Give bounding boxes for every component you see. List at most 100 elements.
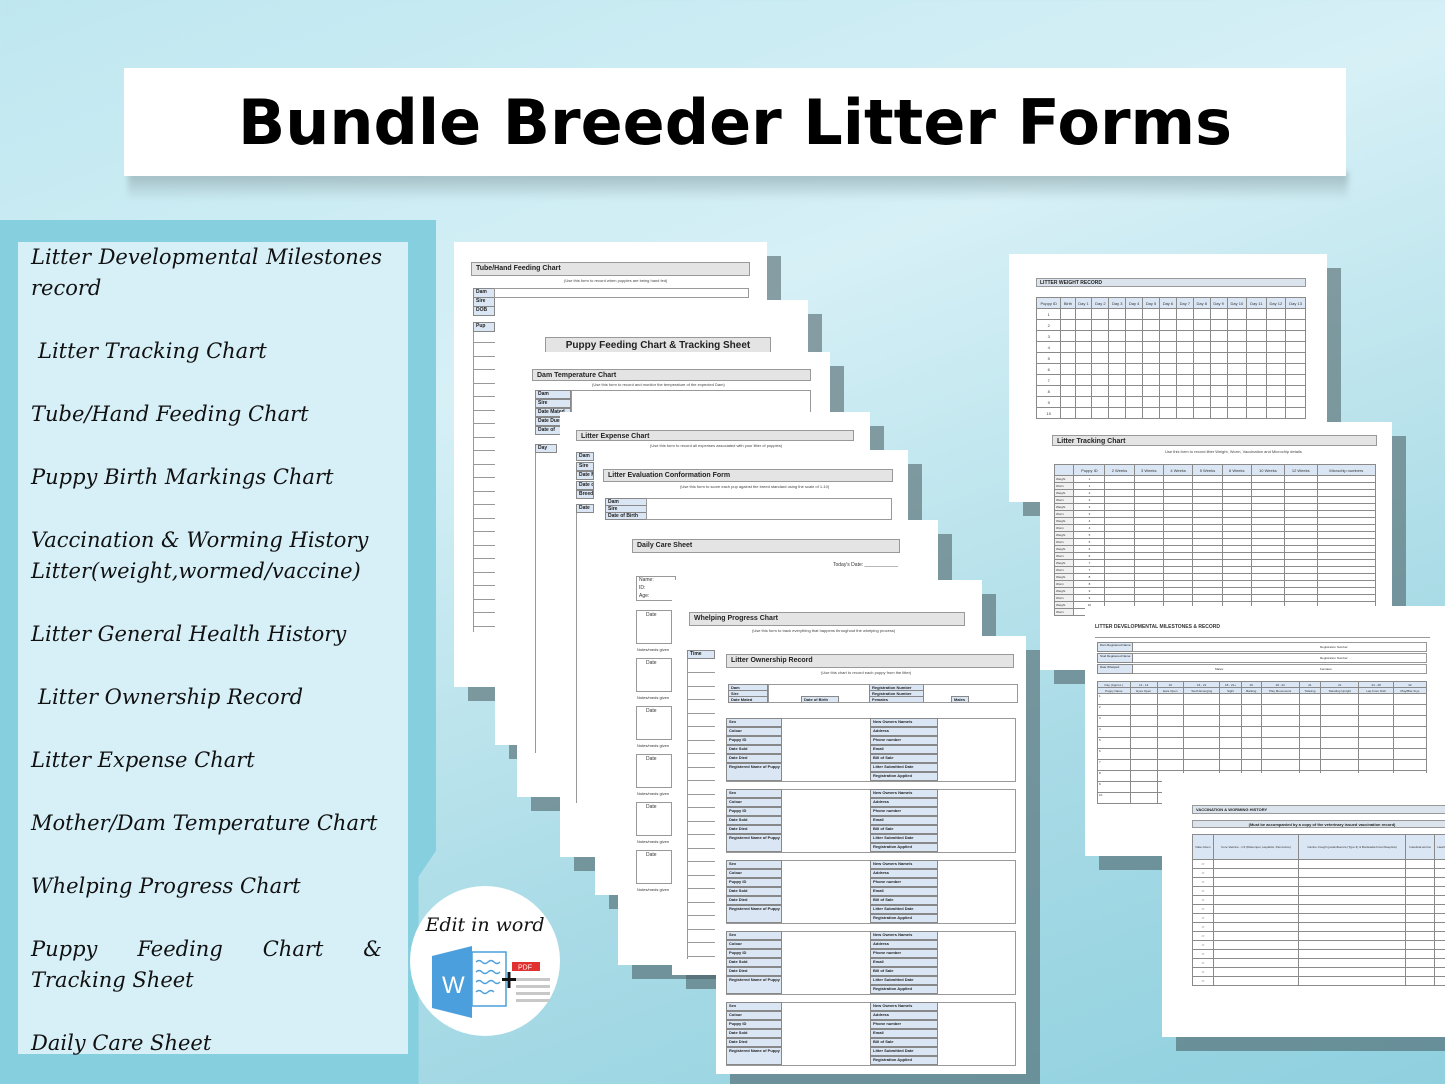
weight-cell	[1074, 330, 1093, 342]
vaccination-cell	[1433, 967, 1445, 977]
weight-cell	[1209, 308, 1228, 320]
tracking-cell	[1133, 580, 1164, 588]
puppy-id-cell: 9	[1073, 587, 1106, 595]
tracking-cell	[1192, 566, 1223, 574]
weight-cell	[1246, 363, 1267, 375]
row-line	[687, 739, 715, 741]
milestone-cell	[1240, 726, 1262, 738]
vaccination-cell	[1405, 931, 1435, 941]
row-line	[687, 672, 715, 673]
field-label: Colour	[726, 798, 782, 807]
row-line	[687, 955, 715, 957]
weight-cell	[1074, 352, 1093, 364]
milestone-cell	[1392, 715, 1428, 727]
field-label: Litter Submitted Date	[870, 763, 938, 772]
tracking-cell	[1162, 573, 1194, 581]
vaccination-cell	[1433, 922, 1445, 932]
column-header: 4 Weeks	[1162, 464, 1194, 476]
row-line	[687, 861, 715, 862]
tracking-cell	[1316, 475, 1377, 483]
weight-cell	[1285, 308, 1306, 320]
row-label: Worm	[1053, 538, 1075, 546]
milestone-cell	[1182, 704, 1221, 716]
field-label: Sire	[535, 399, 571, 408]
row-line	[687, 928, 715, 930]
vaccination-cell	[1405, 904, 1435, 914]
weight-cell	[1265, 407, 1287, 419]
tracking-cell	[1104, 573, 1135, 581]
weight-cell	[1108, 363, 1127, 375]
tracking-cell	[1283, 552, 1318, 560]
column-header: Day 7	[1175, 297, 1194, 309]
weight-cell	[1142, 374, 1160, 386]
tracking-cell	[1283, 531, 1318, 539]
vaccination-cell	[1212, 895, 1299, 905]
doc-subtitle: (Use this form to score each pup against…	[680, 484, 830, 489]
milestone-cell	[1129, 715, 1158, 727]
field-label: Address	[870, 940, 938, 949]
field-label: Date Sold	[726, 816, 782, 825]
puppy-id-cell: 4	[1073, 524, 1106, 532]
tracking-cell	[1316, 531, 1377, 539]
row-line	[687, 712, 715, 714]
date-given-cell: / /	[1192, 940, 1214, 950]
tracking-cell	[1316, 510, 1377, 518]
svg-text:PDF: PDF	[518, 965, 532, 972]
weight-cell	[1175, 341, 1194, 353]
milestone-cell	[1182, 715, 1221, 727]
vaccination-cell	[1405, 877, 1435, 887]
row-label: Weight	[1053, 503, 1075, 511]
row-number: 7	[1097, 759, 1131, 771]
field-label: Dam Registered Name:	[1097, 642, 1133, 652]
vaccination-cell	[1212, 940, 1299, 950]
milestone-cell	[1129, 781, 1158, 793]
word-to-pdf-icon: W PDF	[432, 946, 550, 1018]
field-label: Registered Name of Puppy	[726, 1047, 782, 1065]
weight-cell	[1060, 363, 1076, 375]
tracking-cell	[1283, 517, 1318, 525]
field-label: Phone number	[870, 736, 938, 745]
tracking-cell	[1133, 524, 1164, 532]
milestone-cell	[1320, 715, 1360, 727]
field-label: Litter Submitted Date	[870, 905, 938, 914]
weight-cell	[1285, 374, 1306, 386]
tracking-cell	[1104, 594, 1135, 602]
vaccination-cell	[1297, 868, 1407, 878]
field-label: Email	[870, 1029, 938, 1038]
milestone-cell	[1219, 759, 1242, 771]
tracking-cell	[1133, 594, 1164, 602]
column-header: 6 Weeks	[1221, 464, 1252, 476]
column-header: Day 11	[1246, 297, 1267, 309]
milestone-cell	[1358, 748, 1394, 760]
tracking-cell	[1316, 580, 1377, 588]
weight-cell	[1265, 319, 1287, 331]
tracking-cell	[1283, 475, 1318, 483]
weight-cell	[1246, 319, 1267, 331]
vaccination-cell	[1212, 976, 1299, 986]
vaccination-cell	[1433, 859, 1445, 869]
field-label: Colour	[726, 869, 782, 878]
doc-title: Litter Ownership Record	[726, 654, 1014, 668]
tracking-cell	[1250, 496, 1285, 504]
milestone-cell	[1298, 715, 1322, 727]
tracking-cell	[1283, 482, 1318, 490]
field-label: Address	[870, 1011, 938, 1020]
form-list-item: Vaccination & Worming History Litter(wei…	[31, 528, 369, 583]
tracking-cell	[1250, 510, 1285, 518]
field-label: Address	[870, 869, 938, 878]
pdf-icon: PDF	[512, 962, 550, 1002]
tracking-cell	[1221, 552, 1252, 560]
doc-subtitle: (Use this form to track everything that …	[752, 628, 896, 633]
doc-subtitle: (Use this form to record when puppies ar…	[564, 278, 668, 283]
field-label: Phone number	[870, 807, 938, 816]
date-label: Date	[646, 612, 657, 618]
weight-cell	[1060, 385, 1076, 397]
column-label: Time	[687, 650, 715, 659]
weight-cell	[1226, 396, 1248, 408]
vaccination-cell	[1433, 904, 1445, 914]
doc-title: Puppy Feeding Chart & Tracking Sheet	[545, 337, 771, 353]
tracking-cell	[1192, 503, 1223, 511]
notes-label: Notes/meds given	[637, 743, 670, 748]
weight-cell	[1285, 407, 1306, 419]
tracking-cell	[1162, 552, 1194, 560]
